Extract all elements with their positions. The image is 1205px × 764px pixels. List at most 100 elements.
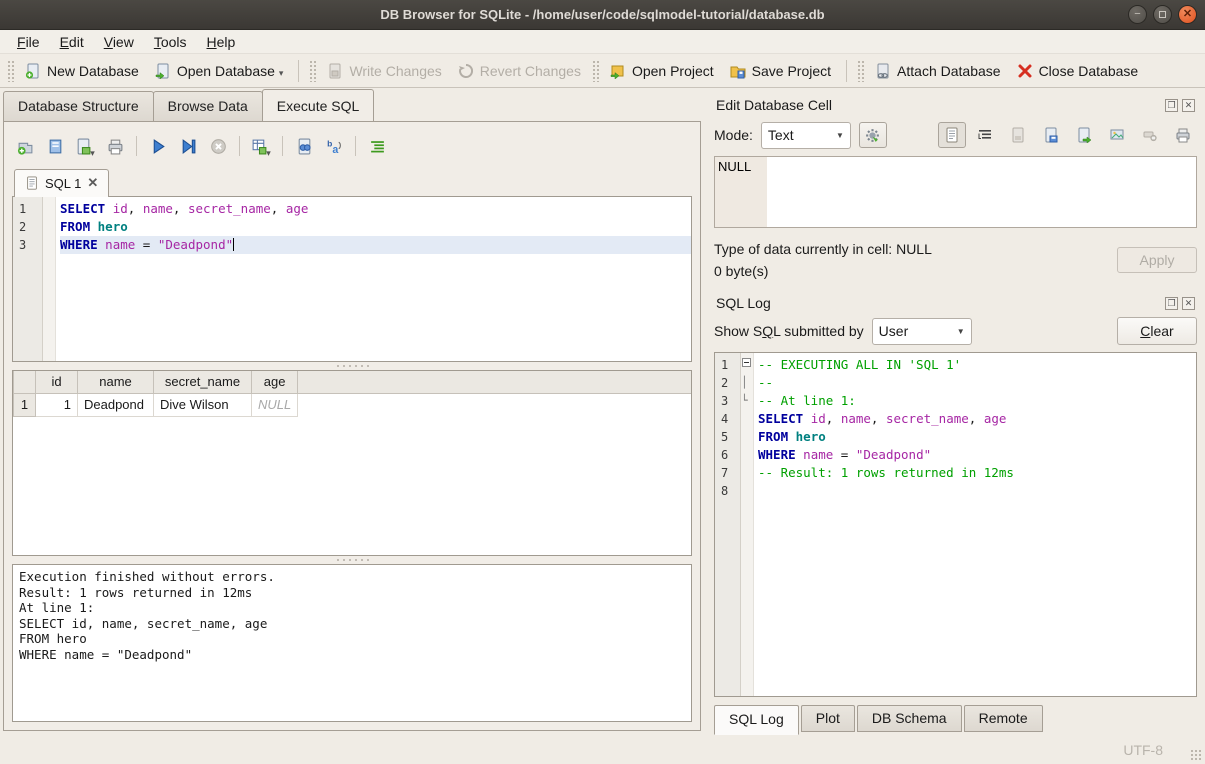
line-number: 1 (19, 200, 38, 218)
cell-editor-area[interactable] (767, 157, 1196, 227)
table-cell[interactable]: 1 (36, 393, 78, 416)
toolbar-grip-icon (857, 60, 864, 82)
execute-line-button[interactable] (175, 133, 201, 159)
dropdown-caret-icon[interactable]: ▾ (266, 148, 271, 159)
dropdown-caret-icon[interactable]: ▾ (279, 68, 284, 79)
sql-editor[interactable]: 123 SELECT id, name, secret_name, ageFROM… (12, 196, 692, 362)
column-header-id[interactable]: id (36, 371, 78, 393)
menu-help[interactable]: Help (198, 32, 245, 52)
cell-editor[interactable]: NULL (714, 156, 1197, 228)
word-wrap-icon (977, 127, 993, 143)
close-database-button[interactable]: Close Database (1009, 59, 1147, 83)
open-sql-button[interactable] (42, 133, 68, 159)
image-link-button[interactable] (1103, 122, 1131, 148)
menu-file[interactable]: File (8, 32, 49, 52)
results-message-splitter[interactable] (12, 556, 692, 564)
results-grid[interactable]: idnamesecret_nameage11DeadpondDive Wilso… (12, 370, 692, 556)
save-project-button[interactable]: Save Project (722, 59, 839, 83)
export-results-button[interactable]: ▾ (248, 133, 274, 159)
column-header-secret_name[interactable]: secret_name (154, 371, 252, 393)
resize-grip-icon[interactable] (1190, 749, 1202, 761)
fold-marker (43, 218, 55, 236)
print-cell-button[interactable] (1169, 122, 1197, 148)
toolbar-button-label: Write Changes (349, 63, 441, 79)
import-cell-button[interactable] (1037, 122, 1065, 148)
line-number: 2 (19, 218, 38, 236)
code-line: -- EXECUTING ALL IN 'SQL 1' (758, 356, 1196, 374)
execute-all-button[interactable] (145, 133, 171, 159)
line-number: 7 (721, 464, 736, 482)
tab-execute-sql[interactable]: Execute SQL (262, 89, 375, 121)
close-dock-icon[interactable]: ✕ (1182, 297, 1195, 310)
table-cell[interactable]: Dive Wilson (154, 393, 252, 416)
table-cell[interactable]: Deadpond (78, 393, 154, 416)
attach-database-button[interactable]: Attach Database (867, 59, 1009, 83)
row-header[interactable]: 1 (14, 393, 36, 416)
mode-select[interactable]: Text ▼ (761, 122, 851, 149)
float-dock-icon[interactable]: ❐ (1165, 99, 1178, 112)
menu-view[interactable]: View (95, 32, 143, 52)
dropdown-caret-icon[interactable]: ▾ (90, 148, 95, 159)
fold-marker (741, 464, 753, 482)
title-bar[interactable]: DB Browser for SQLite - /home/user/code/… (0, 0, 1205, 30)
auto-switch-mode-button[interactable] (859, 122, 887, 148)
open-database-button[interactable]: Open Database▾ (147, 59, 292, 83)
minimize-button[interactable]: − (1128, 5, 1147, 24)
editor-results-splitter[interactable] (12, 362, 692, 370)
word-wrap-button[interactable] (971, 122, 999, 148)
new-tab-button[interactable] (12, 133, 38, 159)
menu-edit[interactable]: Edit (51, 32, 93, 52)
dock-tab-db-schema[interactable]: DB Schema (857, 705, 962, 732)
clear-button[interactable]: Clear (1117, 317, 1197, 345)
line-number: 3 (721, 392, 736, 410)
toolbar-separator (136, 136, 137, 156)
close-dock-icon[interactable]: ✕ (1182, 99, 1195, 112)
text-mode-button[interactable] (938, 122, 966, 148)
table-cell[interactable]: NULL (252, 393, 298, 416)
close-tab-icon[interactable]: ✕ (87, 175, 98, 191)
chevron-down-icon: ▼ (824, 131, 844, 140)
code-line: WHERE name = "Deadpond" (758, 446, 1196, 464)
set-null-icon (1142, 127, 1158, 143)
replace-button[interactable]: ba (321, 133, 347, 159)
fold-marker[interactable] (741, 356, 753, 374)
toolbar-button-label: Attach Database (897, 63, 1001, 79)
left-pane: Database StructureBrowse DataExecute SQL… (0, 88, 706, 735)
line-number: 3 (19, 236, 38, 254)
code-area[interactable]: SELECT id, name, secret_name, ageFROM he… (56, 197, 691, 361)
export-cell-button[interactable] (1070, 122, 1098, 148)
column-header-name[interactable]: name (78, 371, 154, 393)
corner-header[interactable] (14, 371, 36, 393)
print-button[interactable] (102, 133, 128, 159)
tab-browse-data[interactable]: Browse Data (153, 91, 263, 121)
edit-cell-title: Edit Database Cell (716, 97, 832, 113)
dock-tab-plot[interactable]: Plot (801, 705, 855, 732)
message-line: Execution finished without errors. (19, 569, 685, 585)
float-dock-icon[interactable]: ❐ (1165, 297, 1178, 310)
save-sql-button[interactable]: ▾ (72, 133, 98, 159)
new-database-button[interactable]: New Database (17, 59, 147, 83)
submitted-by-select[interactable]: User ▼ (872, 318, 972, 345)
execute-sql-page: ▾▾ba SQL 1✕ 123SELECT id, name, secret_n… (3, 121, 701, 731)
maximize-button[interactable] (1153, 5, 1172, 24)
fold-marker: │ (741, 374, 753, 392)
column-header-age[interactable]: age (252, 371, 298, 393)
tab-database-structure[interactable]: Database Structure (3, 91, 154, 121)
find-button[interactable] (291, 133, 317, 159)
filter-value: User (879, 323, 909, 339)
open-project-button[interactable]: Open Project (602, 59, 722, 83)
dock-tab-sql-log[interactable]: SQL Log (714, 705, 799, 735)
line-number: 4 (721, 410, 736, 428)
sql-log-view[interactable]: 12345678│└-- EXECUTING ALL IN 'SQL 1'---… (714, 352, 1197, 697)
format-button[interactable] (364, 133, 390, 159)
toolbar-separator (298, 60, 299, 82)
apply-button[interactable]: Apply (1117, 247, 1197, 273)
collapse-icon[interactable] (742, 358, 751, 367)
dock-tab-remote[interactable]: Remote (964, 705, 1043, 732)
close-button[interactable]: ✕ (1178, 5, 1197, 24)
code-area[interactable]: -- EXECUTING ALL IN 'SQL 1'---- At line … (754, 353, 1196, 696)
sql-tab-sql-1[interactable]: SQL 1✕ (14, 169, 109, 197)
encoding-indicator[interactable]: UTF-8 (1123, 742, 1163, 758)
menu-tools[interactable]: Tools (145, 32, 196, 52)
close-database-icon (1017, 63, 1033, 79)
